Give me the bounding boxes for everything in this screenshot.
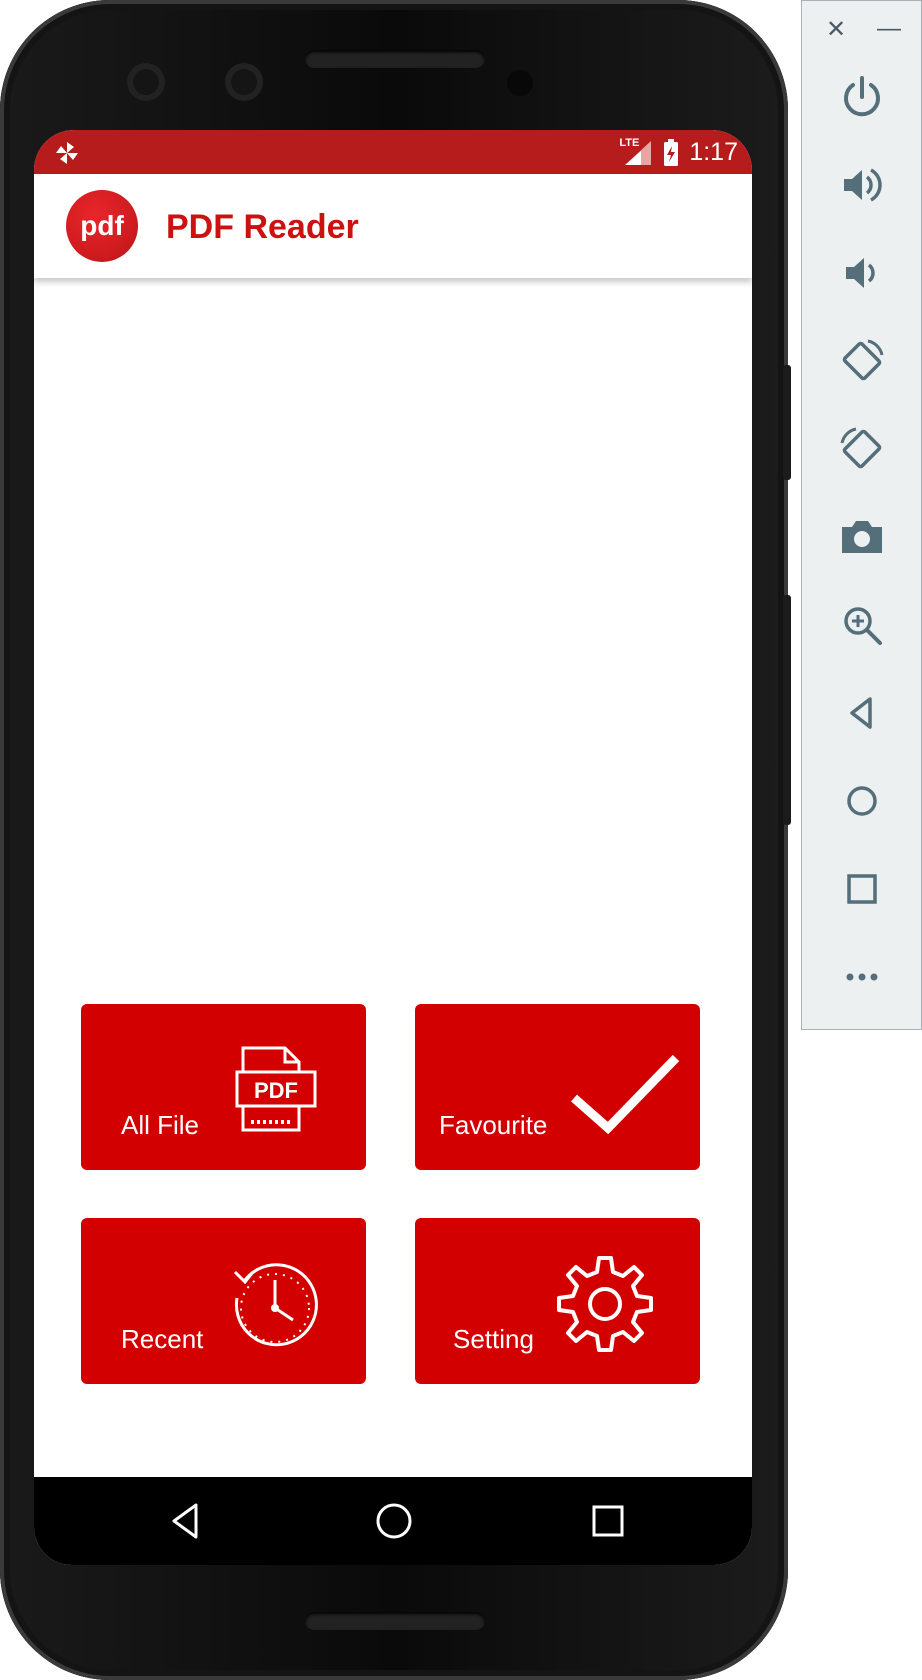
navigation-bar	[34, 1477, 752, 1565]
app-logo: pdf	[66, 190, 138, 262]
volume-side-button	[783, 595, 791, 825]
checkmark-icon	[571, 1054, 680, 1134]
favourite-tile[interactable]: Favourite	[415, 1004, 700, 1170]
device-screen: LTE 1:17 pdf PDF Reader All File PDF Fav…	[34, 130, 752, 1565]
lte-signal-icon: LTE	[619, 137, 653, 167]
camera-icon[interactable]	[838, 513, 886, 561]
rotate-right-icon[interactable]	[838, 425, 886, 473]
pdf-file-icon: PDF	[235, 1046, 317, 1132]
app-title: PDF Reader	[166, 208, 359, 246]
status-icons: LTE 1:17	[619, 137, 738, 167]
volume-up-icon[interactable]	[838, 161, 886, 209]
emulator-minimize-button[interactable]: —	[877, 15, 901, 43]
svg-text:PDF: PDF	[254, 1078, 298, 1103]
more-icon[interactable]	[838, 953, 886, 1001]
home-icon[interactable]	[838, 777, 886, 825]
emulator-close-button[interactable]: ✕	[826, 15, 846, 44]
back-icon[interactable]	[838, 689, 886, 737]
bottom-speaker	[305, 1612, 485, 1630]
clock-history-icon	[233, 1263, 318, 1347]
emulator-title-controls: ✕ —	[802, 15, 921, 45]
phone-frame: LTE 1:17 pdf PDF Reader All File PDF Fav…	[0, 0, 791, 1680]
power-icon[interactable]	[838, 73, 886, 121]
all-file-label: All File	[121, 1110, 200, 1140]
volume-down-icon[interactable]	[838, 249, 886, 297]
status-time: 1:17	[689, 138, 738, 166]
battery-charging-icon	[664, 138, 679, 166]
rotate-left-icon[interactable]	[838, 337, 886, 385]
setting-label: Setting	[453, 1324, 534, 1354]
nav-home-icon[interactable]	[372, 1499, 416, 1543]
emulator-toolbar: ✕ —	[801, 0, 922, 1030]
setting-tile[interactable]: Setting	[415, 1218, 700, 1384]
favourite-label: Favourite	[439, 1110, 548, 1140]
nav-back-icon[interactable]	[164, 1499, 208, 1543]
earpiece-speaker	[305, 50, 485, 68]
front-camera-right	[225, 63, 263, 101]
status-bar: LTE 1:17	[34, 130, 752, 174]
recent-label: Recent	[121, 1324, 204, 1354]
nav-overview-icon[interactable]	[586, 1499, 630, 1543]
proximity-sensor	[507, 70, 533, 96]
app-logo-text: pdf	[80, 210, 124, 241]
app-bar: pdf PDF Reader	[34, 174, 752, 278]
zoom-icon[interactable]	[838, 601, 886, 649]
overview-icon[interactable]	[838, 865, 886, 913]
gear-icon	[557, 1256, 653, 1352]
recent-tile[interactable]: Recent	[81, 1218, 366, 1384]
pinwheel-icon	[56, 142, 78, 164]
front-camera-left	[127, 63, 165, 101]
all-file-tile[interactable]: All File PDF	[81, 1004, 366, 1170]
power-side-button	[783, 365, 791, 480]
